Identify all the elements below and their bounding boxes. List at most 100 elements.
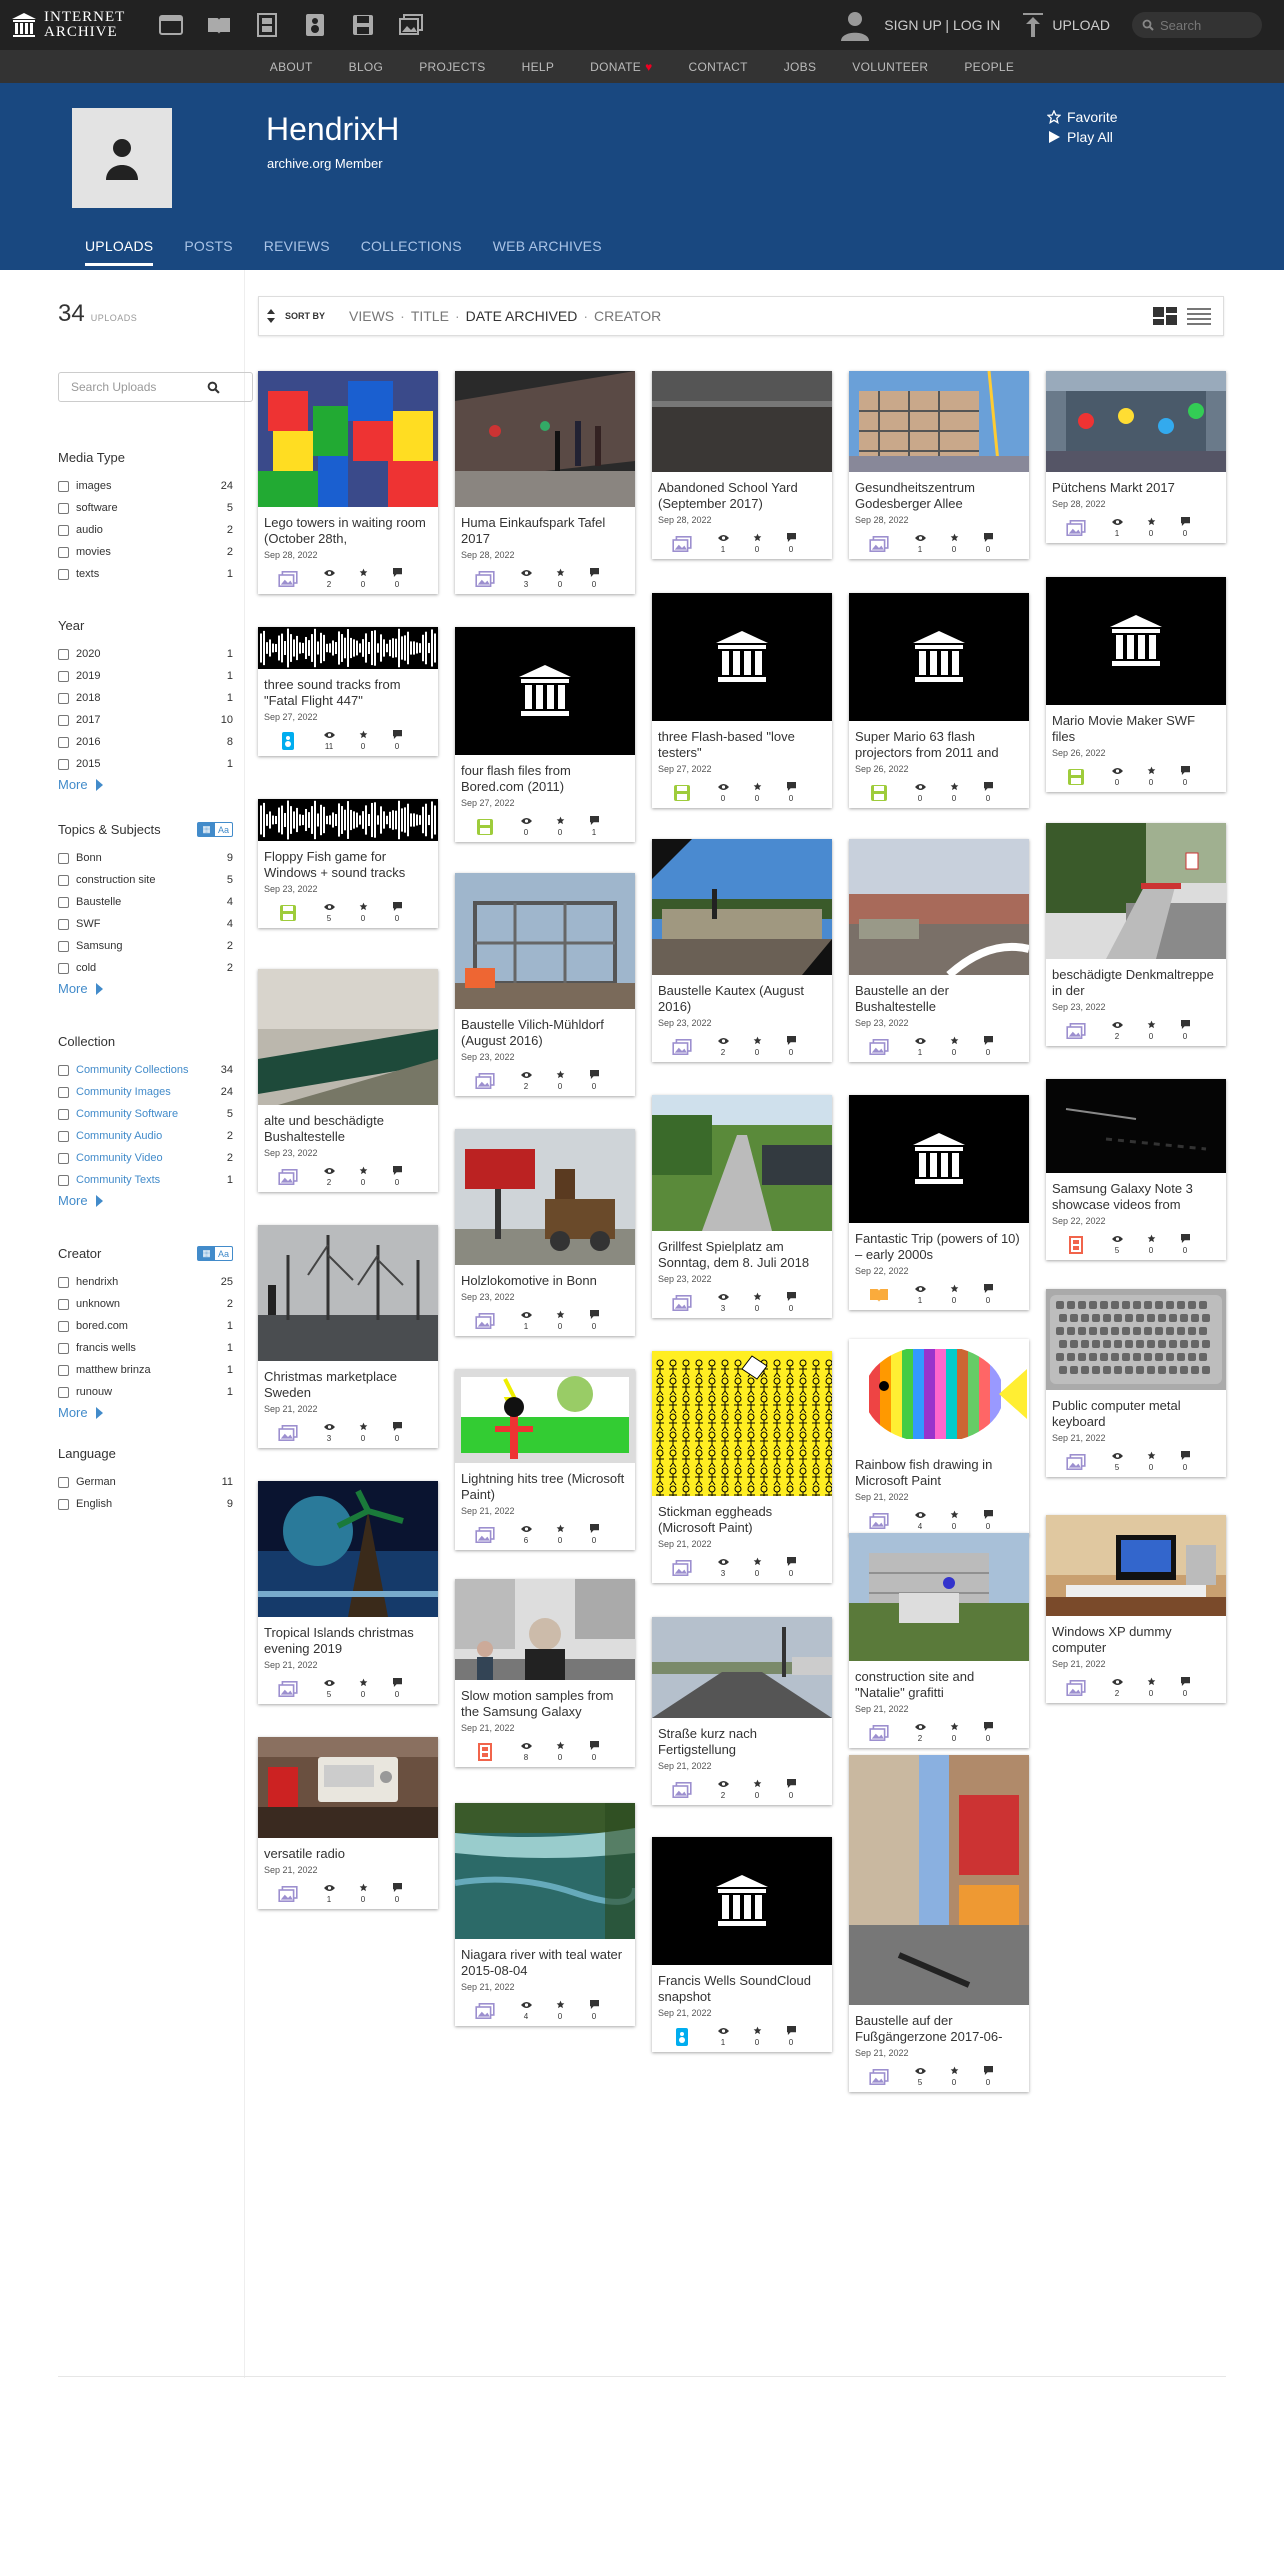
facet-option[interactable]: movies 2	[58, 541, 233, 563]
item-thumbnail[interactable]	[849, 839, 1029, 975]
item-tile[interactable]: Lego towers in waiting room (October 28t…	[258, 371, 438, 594]
facet-option[interactable]: images 24	[58, 475, 233, 497]
facet-option[interactable]: bored.com 1	[58, 1315, 233, 1337]
tab-collections[interactable]: COLLECTIONS	[361, 238, 462, 266]
item-tile[interactable]: Windows XP dummy computer Sep 21, 2022 2 0 0	[1046, 1515, 1226, 1703]
item-thumbnail[interactable]	[455, 1803, 635, 1939]
item-title[interactable]: Pütchens Markt 2017	[1046, 472, 1226, 496]
text-view-toggle[interactable]: Aa	[215, 1247, 232, 1260]
facet-option-label[interactable]: Community Collections	[76, 1064, 221, 1076]
facet-option-label[interactable]: Community Images	[76, 1086, 221, 1098]
facet-option[interactable]: unknown 2	[58, 1293, 233, 1315]
item-thumbnail[interactable]	[849, 1095, 1029, 1223]
item-tile[interactable]: alte und beschädigte Bushaltestelle Sep 2…	[258, 969, 438, 1192]
facet-checkbox[interactable]	[58, 896, 69, 908]
facet-checkbox[interactable]	[58, 1498, 69, 1510]
item-title[interactable]: Baustelle Kautex (August 2016)	[652, 975, 832, 1015]
item-title[interactable]: Rainbow fish drawing in Microsoft Paint	[849, 1449, 1029, 1489]
item-title[interactable]: Floppy Fish game for Windows + sound tra…	[258, 841, 438, 881]
facet-option[interactable]: Community Audio 2	[58, 1125, 233, 1147]
tile-view-icon[interactable]	[1153, 307, 1177, 328]
facet-checkbox[interactable]	[58, 502, 69, 514]
item-title[interactable]: Baustelle auf der Fußgängerzone 2017-06-	[849, 2005, 1029, 2045]
item-title[interactable]: Gesundheitszentrum Godesberger Allee	[849, 472, 1029, 512]
item-tile[interactable]: Christmas marketplace Sweden Sep 21, 2022…	[258, 1225, 438, 1448]
facet-checkbox[interactable]	[58, 714, 69, 726]
facet-checkbox[interactable]	[58, 736, 69, 748]
facet-option[interactable]: Community Video 2	[58, 1147, 233, 1169]
facet-option[interactable]: German 11	[58, 1471, 233, 1493]
search-uploads-input[interactable]: Search Uploads	[58, 372, 253, 402]
facet-checkbox[interactable]	[58, 1152, 69, 1164]
facet-option[interactable]: software 5	[58, 497, 233, 519]
item-title[interactable]: Super Mario 63 flash projectors from 201…	[849, 721, 1029, 761]
facet-checkbox[interactable]	[58, 546, 69, 558]
item-title[interactable]: Lightning hits tree (Microsoft Paint)	[455, 1463, 635, 1503]
facet-checkbox[interactable]	[58, 962, 69, 974]
item-thumbnail[interactable]	[258, 969, 438, 1105]
nav-volunteer[interactable]: VOLUNTEER	[852, 60, 928, 74]
item-title[interactable]: Baustelle an der Bushaltestelle	[849, 975, 1029, 1015]
facet-option[interactable]: 2015 1	[58, 753, 233, 775]
facet-checkbox[interactable]	[58, 524, 69, 536]
facet-option[interactable]: Community Images 24	[58, 1081, 233, 1103]
facet-checkbox[interactable]	[58, 1342, 69, 1354]
facet-checkbox[interactable]	[58, 918, 69, 930]
user-icon[interactable]	[838, 8, 872, 42]
item-title[interactable]: Huma Einkaufspark Tafel 2017	[455, 507, 635, 547]
facet-checkbox[interactable]	[58, 1298, 69, 1310]
item-tile[interactable]: Baustelle Vilich-Mühldorf (August 2016) S…	[455, 873, 635, 1096]
item-tile[interactable]: three Flash-based "love testers" Sep 27, …	[652, 593, 832, 808]
item-tile[interactable]: Floppy Fish game for Windows + sound tra…	[258, 799, 438, 928]
item-title[interactable]: Tropical Islands christmas evening 2019	[258, 1617, 438, 1657]
facet-checkbox[interactable]	[58, 1364, 69, 1376]
item-thumbnail[interactable]	[652, 593, 832, 721]
facet-option[interactable]: 2019 1	[58, 665, 233, 687]
item-tile[interactable]: three sound tracks from "Fatal Flight 44…	[258, 627, 438, 756]
item-title[interactable]: Straße kurz nach Fertigstellung	[652, 1718, 832, 1758]
item-thumbnail[interactable]	[652, 1095, 832, 1231]
favorite-button[interactable]: Favorite	[1047, 107, 1118, 127]
item-title[interactable]: Windows XP dummy computer	[1046, 1616, 1226, 1656]
item-thumbnail[interactable]	[1046, 577, 1226, 705]
facet-option[interactable]: construction site 5	[58, 869, 233, 891]
item-thumbnail[interactable]	[652, 839, 832, 975]
facet-checkbox[interactable]	[58, 1108, 69, 1120]
item-tile[interactable]: four flash files from Bored.com (2011) Se…	[455, 627, 635, 842]
item-title[interactable]: beschädigte Denkmaltreppe in der	[1046, 959, 1226, 999]
facet-option-label[interactable]: Community Audio	[76, 1130, 227, 1142]
item-thumbnail[interactable]	[652, 1351, 832, 1496]
facet-more-link[interactable]: More	[58, 981, 233, 996]
item-tile[interactable]: Grillfest Spielplatz am Sonntag, dem 8. …	[652, 1095, 832, 1318]
facet-option[interactable]: audio 2	[58, 519, 233, 541]
item-tile[interactable]: Baustelle an der Bushaltestelle Sep 23, 2…	[849, 839, 1029, 1062]
item-tile[interactable]: Stickman eggheads (Microsoft Paint) Sep 2…	[652, 1351, 832, 1583]
list-view-icon[interactable]	[1187, 307, 1211, 328]
texts-icon[interactable]	[206, 12, 232, 38]
item-thumbnail[interactable]	[258, 1481, 438, 1617]
facet-option[interactable]: 2020 1	[58, 643, 233, 665]
tab-uploads[interactable]: UPLOADS	[85, 238, 154, 266]
item-thumbnail[interactable]	[455, 1369, 635, 1463]
item-title[interactable]: Niagara river with teal water 2015-08-04	[455, 1939, 635, 1979]
facet-checkbox[interactable]	[58, 1320, 69, 1332]
item-tile[interactable]: beschädigte Denkmaltreppe in der Sep 23, …	[1046, 823, 1226, 1046]
nav-jobs[interactable]: JOBS	[784, 60, 817, 74]
item-tile[interactable]: Samsung Galaxy Note 3 showcase videos fr…	[1046, 1079, 1226, 1260]
item-title[interactable]: Public computer metal keyboard	[1046, 1390, 1226, 1430]
signup-login-link[interactable]: SIGN UP | LOG IN	[884, 17, 1000, 33]
nav-blog[interactable]: BLOG	[349, 60, 384, 74]
facet-checkbox[interactable]	[58, 648, 69, 660]
item-thumbnail[interactable]	[455, 371, 635, 507]
item-title[interactable]: four flash files from Bored.com (2011)	[455, 755, 635, 795]
nav-about[interactable]: ABOUT	[270, 60, 313, 74]
facet-more-link[interactable]: More	[58, 777, 233, 792]
item-tile[interactable]: Pütchens Markt 2017 Sep 28, 2022 1 0 0	[1046, 371, 1226, 543]
item-tile[interactable]: Gesundheitszentrum Godesberger Allee Sep …	[849, 371, 1029, 559]
facet-checkbox[interactable]	[58, 1086, 69, 1098]
item-thumbnail[interactable]	[652, 371, 832, 472]
upload-icon[interactable]	[1022, 12, 1044, 38]
item-thumbnail[interactable]	[1046, 1515, 1226, 1616]
facet-option[interactable]: 2016 8	[58, 731, 233, 753]
item-thumbnail[interactable]	[849, 1339, 1029, 1449]
